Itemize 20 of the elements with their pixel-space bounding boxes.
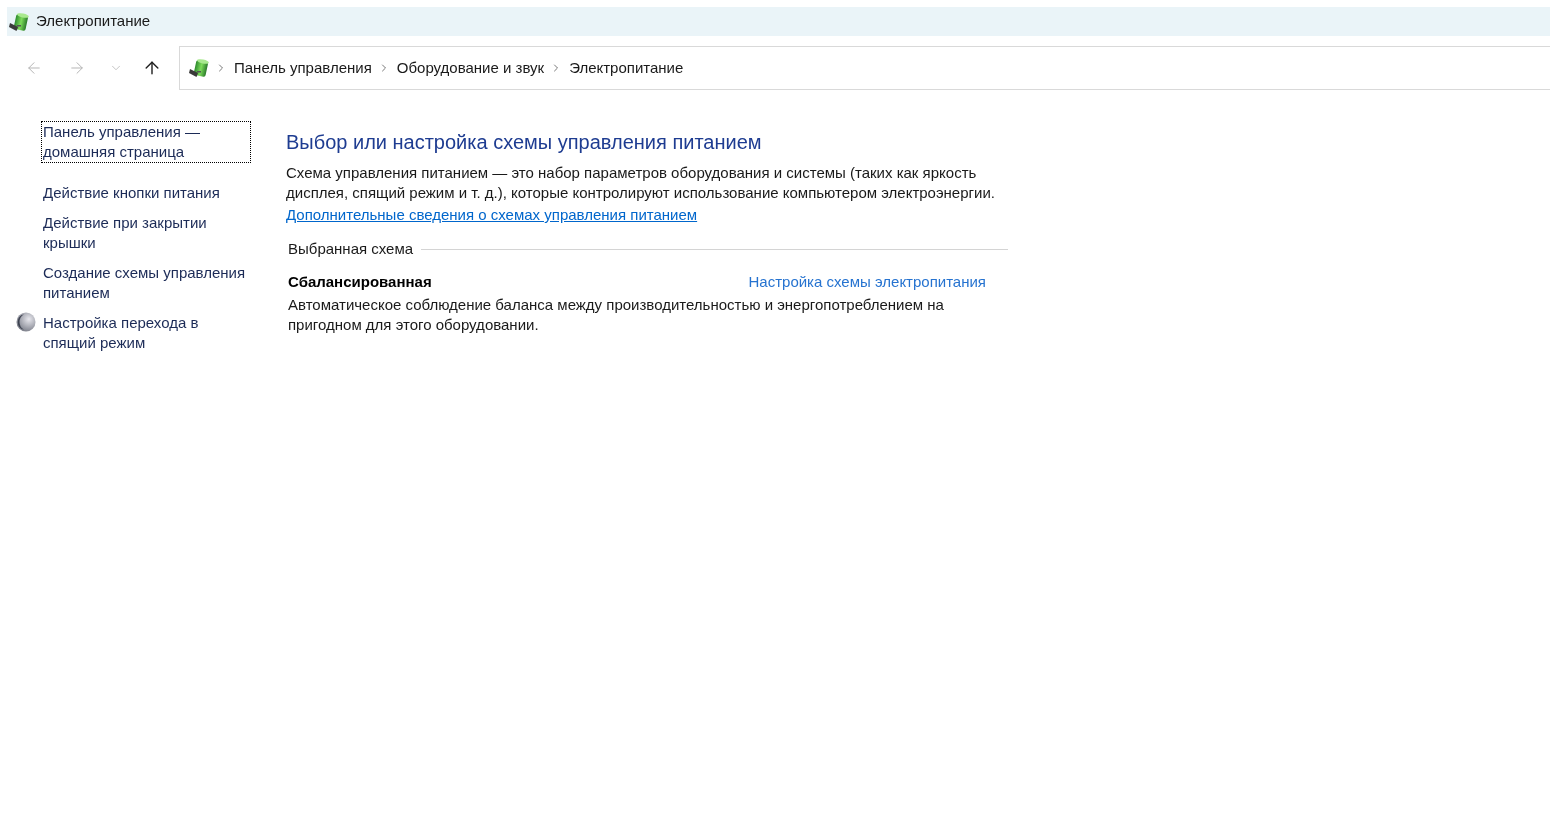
plan-settings-link[interactable]: Настройка схемы электропитания (748, 272, 986, 292)
plan-description: Автоматическое соблюдение баланса между производительностью и энергопотреблением на пригодном для этого оборудовании. (288, 295, 945, 335)
sidebar-link[interactable]: Действие кнопки питания (41, 182, 222, 204)
battery-plug-icon (9, 11, 29, 32)
window-title: Электропитание (36, 11, 151, 32)
page-description: Схема управления питанием — это набор параметров оборудования и системы (таких как яркость дисплея, спящий режим и т. д.), которые контролируют использование компьютером электроэнергии. (286, 163, 996, 203)
breadcrumb-link[interactable]: Панель управления (234, 56, 372, 80)
page-heading: Выбор или настройка схемы управления питанием (286, 130, 763, 155)
section-title: Выбранная схема (288, 239, 414, 259)
breadcrumb-link[interactable]: Оборудование и звук (396, 56, 545, 80)
sidebar-link[interactable]: Создание схемы управления питанием (41, 262, 251, 304)
plan-name: Сбалансированная (288, 272, 432, 292)
breadcrumb-link[interactable]: Электропитание (569, 56, 684, 80)
sidebar-link[interactable]: Настройка перехода в спящий режим (41, 312, 251, 354)
sidebar-link[interactable]: Панель управления — домашняя страница (41, 121, 251, 163)
moon-icon (16, 312, 36, 332)
more-info-link[interactable]: Дополнительные сведения о схемах управления питанием (286, 206, 698, 223)
sidebar-link[interactable]: Действие при закрытии крышки (41, 212, 251, 254)
address-bar[interactable]: Панель управления Оборудование и звук Электропитание (179, 46, 1550, 90)
battery-plug-icon (189, 58, 209, 78)
